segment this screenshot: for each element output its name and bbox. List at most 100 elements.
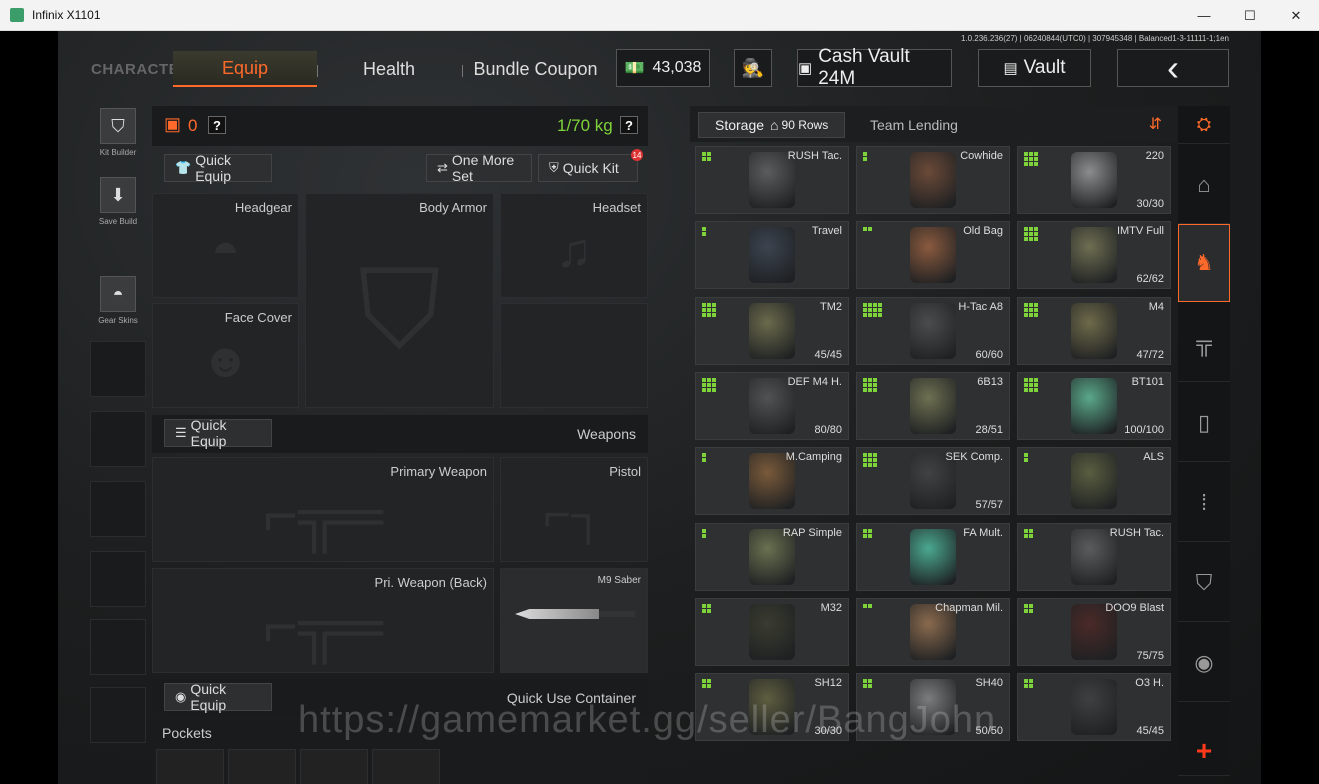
item-size-indicator [863,377,877,392]
vault-button[interactable]: ▤ Vault [978,49,1091,87]
cash-vault-button[interactable]: ▣ Cash Vault 24M [797,46,952,89]
item-size-indicator [702,603,711,613]
pocket-slot[interactable] [372,749,440,784]
storage-item[interactable]: H-Tac A8 60/60 [856,296,1010,365]
headgear-label: Headgear [234,200,292,215]
storage-item[interactable]: Travel [695,221,849,290]
storage-item[interactable]: M.Camping [695,447,849,516]
pistol-slot[interactable]: Pistol ⌐┐ [500,457,648,562]
item-durability: 47/72 [1136,348,1164,361]
item-size-indicator [702,679,711,689]
item-image [749,603,795,660]
ammo-icon[interactable]: ⁞ [1178,464,1230,542]
currency-amount: 43,038 [652,59,702,76]
armor-silhouette-icon: ⛉ [358,248,441,372]
item-size-indicator [1024,227,1038,242]
armor-icon[interactable]: ⛉ [1178,544,1230,622]
headgear-slot[interactable]: Headgear ◓ [152,193,299,298]
save-build-tool[interactable]: ⬇ Save Build [94,177,142,226]
storage-item[interactable]: Chapman Mil. [856,597,1010,666]
item-image [910,302,956,359]
sort-icon[interactable]: ⇵ [1149,114,1162,134]
one-more-set-button[interactable]: ⇄ One More Set [426,152,532,184]
storage-item[interactable]: DOO9 Blast 75/75 [1017,597,1171,666]
quick-equip-weapons-button[interactable]: ☰ Quick Equip [164,417,272,449]
help-icon[interactable]: ? [208,116,226,134]
add-button[interactable]: + [1178,726,1230,776]
pistol-label: Pistol [609,464,641,479]
storage-label: Storage [715,117,765,133]
pockets-title: Pockets [162,725,212,741]
weight-help-icon[interactable]: ? [620,116,638,134]
item-image [749,227,795,284]
item-durability: 100/100 [1124,423,1164,436]
quick-equip-gear-button[interactable]: 👕 Quick Equip [164,152,272,184]
storage-item[interactable]: M4 47/72 [1017,296,1171,365]
minimize-button[interactable]: — [1181,0,1227,31]
headset-label: Headset [592,200,641,215]
primary-weapon-slot[interactable]: Primary Weapon ⌐╦═ [152,457,494,562]
item-size-indicator [863,528,872,538]
rifle-silhouette-icon: ⌐╦═ [262,481,384,549]
storage-item[interactable]: 6B13 28/51 [856,371,1010,440]
melee-slot[interactable]: M9 Saber [500,568,648,673]
item-name: Chapman Mil. [935,601,1003,614]
storage-item[interactable]: Old Bag [856,221,1010,290]
storage-item[interactable]: FA Mult. [856,522,1010,591]
version-text: 1.0.236.236(27) | 06240844(UTC0) | 30794… [960,34,1229,43]
storage-item[interactable]: 220 30/30 [1017,146,1171,214]
item-durability: 60/60 [975,348,1003,361]
item-size-indicator [863,603,872,608]
quick-kit-label: Quick Kit [562,160,619,176]
primary-weapon-back-slot[interactable]: Pri. Weapon (Back) ⌐╦═ [152,568,494,673]
storage-item[interactable]: BT101 100/100 [1017,371,1171,440]
gear-skins-tool[interactable]: ◓ Gear Skins [94,276,142,325]
face-cover-slot[interactable]: Face Cover ☻ [152,303,299,408]
currency-display[interactable]: 💵 43,038 [616,49,710,87]
storage-item[interactable]: TM2 45/45 [695,296,849,365]
tab-team-lending[interactable]: Team Lending [854,112,974,138]
item-size-indicator [702,377,716,392]
maximize-button[interactable]: ☐ [1227,0,1273,31]
quick-kit-button[interactable]: ⛨ Quick Kit 14 [538,149,643,182]
tab-bundle-coupon[interactable]: Bundle Coupon [473,51,598,87]
storage-item[interactable]: Cowhide [856,146,1010,214]
quick-equip-label: Quick Equip [195,152,231,184]
merchant-button[interactable]: 🕵 [734,49,772,87]
back-button[interactable]: ‹ [1117,47,1229,88]
rifle-icon[interactable]: ╦ [1178,304,1230,382]
storage-item[interactable]: O3 H. 45/45 [1017,673,1171,742]
storage-item[interactable]: M32 [695,597,849,666]
item-image [1071,377,1117,434]
tab-storage[interactable]: Storage ⌂ 90 Rows [698,112,846,138]
storage-item[interactable]: RUSH Tac. [695,146,849,214]
storage-item[interactable]: DEF M4 H. 80/80 [695,371,849,440]
headset-slot[interactable]: Headset ♫ [500,193,648,298]
kit-builder-tool[interactable]: ⛉ Kit Builder [94,108,142,157]
item-name: Travel [811,225,842,238]
storage-item[interactable]: ALS [1017,447,1171,516]
helmet-silhouette-icon: ◓ [211,224,240,278]
window-title: Infinix X1101 [32,8,101,22]
magazine-icon[interactable]: ▯ [1178,384,1230,462]
item-size-indicator [702,528,706,538]
quick-equip-container-button[interactable]: ◉ Quick Equip [164,681,272,713]
storage-item[interactable]: IMTV Full 62/62 [1017,221,1171,290]
pocket-slot[interactable] [300,749,368,784]
storage-item[interactable]: RUSH Tac. [1017,522,1171,591]
storage-item[interactable]: SEK Comp. 57/57 [856,447,1010,516]
tab-equip[interactable]: Equip [173,51,317,87]
close-button[interactable]: ✕ [1273,0,1319,31]
item-size-indicator [863,302,882,317]
pocket-slot[interactable] [156,749,224,784]
gear-category-icon[interactable]: ♞ [1178,224,1230,302]
category-settings-icon[interactable]: ⛭ [1178,106,1230,144]
storage-item[interactable]: RAP Simple [695,522,849,591]
tab-health[interactable]: Health [333,51,445,87]
home-icon[interactable]: ⌂ [1178,146,1230,224]
primary-weapon-label: Primary Weapon [390,464,487,479]
body-armor-slot[interactable]: Body Armor ⛉ [305,193,494,408]
one-more-set-label: One More Set [451,152,515,184]
grenade-icon[interactable]: ◉ [1178,624,1230,702]
pocket-slot[interactable] [228,749,296,784]
